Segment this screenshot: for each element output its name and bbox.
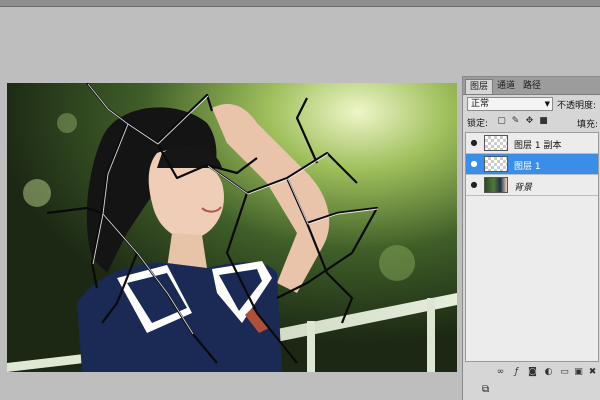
tab-channels[interactable]: 通道 [493, 79, 519, 94]
opacity-label: 不透明度: [557, 101, 597, 111]
layer-thumbnail [484, 177, 508, 193]
layer-thumbnail [484, 156, 508, 172]
trash-icon[interactable]: ✖ [587, 367, 598, 378]
fill-label: 填充: [577, 120, 599, 130]
top-toolbar-strip [0, 0, 600, 7]
layer-list: ● 图层 1 副本 ● 图层 1 ● 背景 [465, 132, 599, 362]
layer-row-background[interactable]: ● 背景 [466, 175, 598, 196]
new-layer-icon[interactable]: ▣ [573, 367, 584, 378]
eye-icon[interactable]: ● [469, 160, 479, 168]
blend-mode-select[interactable]: 正常 ▼ [467, 97, 553, 111]
eye-icon[interactable]: ● [469, 181, 479, 189]
tab-layers[interactable]: 图层 [465, 79, 494, 94]
panel-dock-icon[interactable]: ⧉ [482, 384, 496, 396]
folder-icon[interactable]: ▭ [559, 367, 570, 378]
photo-girl-shattered-glass [7, 83, 457, 372]
layer-name: 图层 1 副本 [514, 141, 562, 151]
layers-panel: 图层 通道 路径 正常 ▼ 不透明度: 锁定: ▢ ✎ ✥ ■ 填充: ● 图层… [462, 76, 600, 400]
layer-thumbnail [484, 135, 508, 151]
panel-tabs: 图层 通道 路径 [463, 77, 600, 95]
chevron-down-icon: ▼ [544, 100, 550, 108]
tab-paths[interactable]: 路径 [519, 79, 545, 94]
layer-name: 图层 1 [514, 162, 541, 172]
lock-all-icon[interactable]: ■ [539, 117, 548, 126]
blend-mode-value: 正常 [471, 99, 490, 109]
panel-bottom-bar: ∞ ƒ ◙ ◐ ▭ ▣ ✖ [465, 366, 599, 380]
document-canvas[interactable] [7, 83, 457, 372]
layer-name: 背景 [514, 183, 533, 193]
eye-icon[interactable]: ● [469, 139, 479, 147]
lock-move-icon[interactable]: ✥ [525, 117, 534, 126]
layer-row-layer1-copy[interactable]: ● 图层 1 副本 [466, 133, 598, 154]
fx-icon[interactable]: ƒ [511, 367, 522, 378]
lock-transparency-icon[interactable]: ▢ [497, 117, 506, 126]
mask-icon[interactable]: ◙ [527, 367, 538, 378]
blend-row: 正常 ▼ 不透明度: [467, 97, 599, 113]
link-icon[interactable]: ∞ [495, 367, 506, 378]
lock-brush-icon[interactable]: ✎ [511, 117, 520, 126]
layer-row-layer1[interactable]: ● 图层 1 [466, 154, 598, 175]
adjustment-icon[interactable]: ◐ [543, 367, 554, 378]
lock-label: 锁定: [467, 119, 489, 129]
lock-row: 锁定: ▢ ✎ ✥ ■ 填充: [467, 116, 599, 131]
